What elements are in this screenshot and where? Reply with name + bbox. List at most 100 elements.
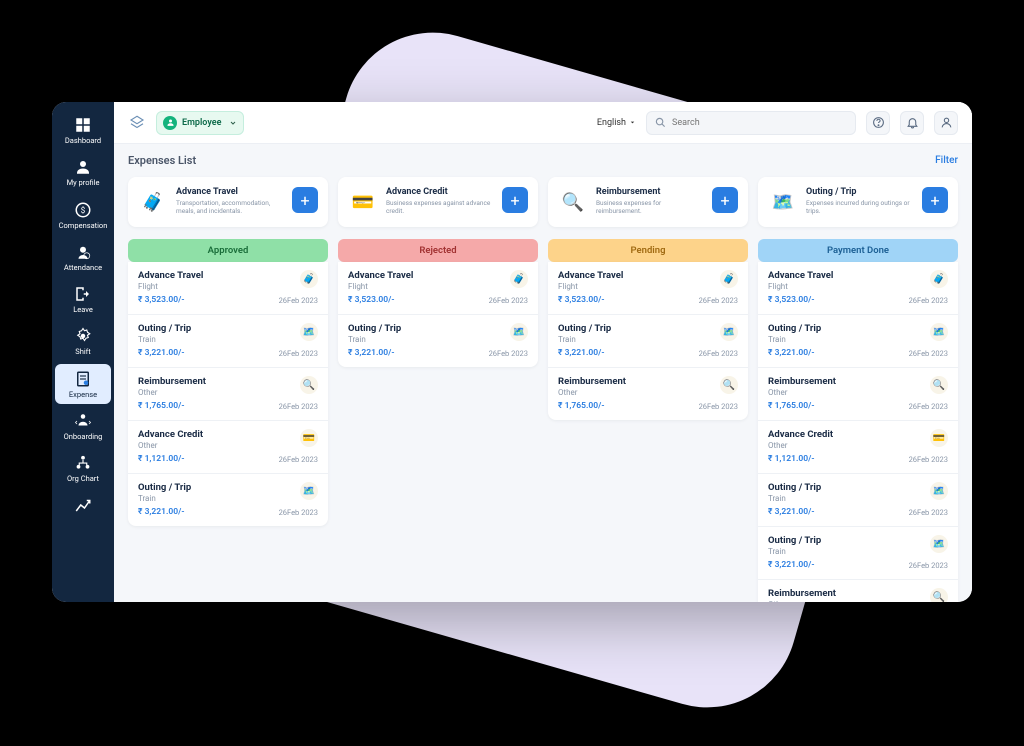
- expense-subtitle: Other: [768, 441, 948, 450]
- expense-date: 26Feb 2023: [279, 455, 318, 464]
- profile-button[interactable]: [934, 111, 958, 135]
- help-button[interactable]: [866, 111, 890, 135]
- column-header: Rejected: [338, 239, 538, 262]
- expense-card[interactable]: ReimbursementOther₹ 1,765.00/-26Feb 2023…: [128, 368, 328, 421]
- expense-card[interactable]: Advance CreditOther₹ 1,121.00/-26Feb 202…: [758, 421, 958, 474]
- expense-card[interactable]: Outing / TripTrain₹ 3,221.00/-26Feb 2023…: [338, 315, 538, 367]
- expense-type-icon: 🔍: [930, 376, 948, 394]
- expense-type-icon: 🔍: [720, 376, 738, 394]
- expense-date: 26Feb 2023: [279, 349, 318, 358]
- expense-title: Outing / Trip: [138, 482, 318, 493]
- sidebar-item-label: Compensation: [59, 222, 108, 230]
- sidebar-item-label: Org Chart: [67, 475, 99, 483]
- language-label: English: [597, 118, 626, 128]
- expense-amount: ₹ 3,221.00/-: [348, 348, 394, 358]
- expense-card[interactable]: Advance CreditOther₹ 1,121.00/-26Feb 202…: [128, 421, 328, 474]
- expense-subtitle: Other: [558, 388, 738, 397]
- expense-amount: ₹ 1,121.00/-: [768, 454, 814, 464]
- add-advance-credit-button[interactable]: +: [502, 187, 528, 213]
- expense-type-icon: 💳: [930, 429, 948, 447]
- category-row: 🧳 Advance Travel Transportation, accommo…: [128, 177, 958, 227]
- expense-card[interactable]: Outing / TripTrain₹ 3,221.00/-26Feb 2023…: [128, 315, 328, 368]
- expense-card[interactable]: Outing / TripTrain₹ 3,221.00/-26Feb 2023…: [758, 315, 958, 368]
- expense-type-icon: 🗺️: [510, 323, 528, 341]
- sidebar-item-onboarding[interactable]: Onboarding: [55, 406, 111, 446]
- role-label: Employee: [182, 118, 221, 128]
- expense-card[interactable]: ReimbursementOther₹ 1,765.00/-26Feb 2023…: [548, 368, 748, 420]
- expense-date: 26Feb 2023: [909, 508, 948, 517]
- sidebar-item-expense[interactable]: Expense: [55, 364, 111, 404]
- sidebar-item-label: Onboarding: [64, 433, 103, 441]
- expense-card[interactable]: ReimbursementOther🔍: [758, 580, 958, 602]
- expense-card[interactable]: Outing / TripTrain₹ 3,221.00/-26Feb 2023…: [758, 527, 958, 580]
- category-desc: Business expenses for reimbursement.: [596, 199, 704, 216]
- filter-link[interactable]: Filter: [935, 155, 958, 166]
- search-input[interactable]: [672, 118, 847, 128]
- category-card-advance-credit: 💳 Advance Credit Business expenses again…: [338, 177, 538, 227]
- language-selector[interactable]: English: [597, 118, 636, 128]
- sidebar: Dashboard My profile $ Compensation Atte…: [52, 102, 114, 602]
- page-header: Expenses List Filter: [128, 154, 958, 167]
- kanban-columns: ApprovedAdvance TravelFlight₹ 3,523.00/-…: [128, 239, 958, 602]
- gear-icon: [74, 327, 92, 345]
- search-box[interactable]: [646, 111, 856, 135]
- expense-amount: ₹ 3,221.00/-: [138, 348, 184, 358]
- expense-title: Outing / Trip: [348, 323, 528, 334]
- expense-title: Outing / Trip: [768, 323, 948, 334]
- add-outing-button[interactable]: +: [922, 187, 948, 213]
- sidebar-item-leave[interactable]: Leave: [55, 279, 111, 319]
- sidebar-item-dashboard[interactable]: Dashboard: [55, 110, 111, 150]
- money-icon: $: [74, 201, 92, 219]
- expense-card[interactable]: Advance TravelFlight₹ 3,523.00/-26Feb 20…: [128, 262, 328, 315]
- expense-title: Advance Travel: [348, 270, 528, 281]
- column-header: Pending: [548, 239, 748, 262]
- expense-subtitle: Train: [138, 494, 318, 503]
- expense-card[interactable]: ReimbursementOther₹ 1,765.00/-26Feb 2023…: [758, 368, 958, 421]
- expense-card[interactable]: Advance TravelFlight₹ 3,523.00/-26Feb 20…: [548, 262, 748, 315]
- expense-subtitle: Train: [138, 335, 318, 344]
- expense-date: 26Feb 2023: [699, 296, 738, 305]
- add-advance-travel-button[interactable]: +: [292, 187, 318, 213]
- expense-subtitle: Other: [138, 388, 318, 397]
- expense-date: 26Feb 2023: [489, 349, 528, 358]
- expense-date: 26Feb 2023: [909, 455, 948, 464]
- add-reimbursement-button[interactable]: +: [712, 187, 738, 213]
- expense-title: Reimbursement: [768, 376, 948, 387]
- sidebar-item-label: Attendance: [64, 264, 102, 272]
- expense-card[interactable]: Outing / TripTrain₹ 3,221.00/-26Feb 2023…: [758, 474, 958, 527]
- onboarding-icon: [74, 412, 92, 430]
- notifications-button[interactable]: [900, 111, 924, 135]
- category-desc: Transportation, accommodation, meals, an…: [176, 199, 284, 216]
- sidebar-item-more[interactable]: [55, 490, 111, 519]
- expense-amount: ₹ 1,765.00/-: [558, 401, 604, 411]
- expense-title: Advance Credit: [138, 429, 318, 440]
- column-body: Advance TravelFlight₹ 3,523.00/-26Feb 20…: [548, 262, 748, 420]
- expense-amount: ₹ 3,221.00/-: [768, 348, 814, 358]
- sidebar-item-label: Leave: [73, 306, 93, 314]
- expense-type-icon: 🗺️: [930, 323, 948, 341]
- expense-type-icon: 🗺️: [300, 482, 318, 500]
- sidebar-item-profile[interactable]: My profile: [55, 152, 111, 192]
- sidebar-item-attendance[interactable]: Attendance: [55, 237, 111, 277]
- expense-title: Reimbursement: [138, 376, 318, 387]
- sidebar-item-orgchart[interactable]: Org Chart: [55, 448, 111, 488]
- role-selector[interactable]: Employee: [156, 111, 244, 135]
- user-icon: [74, 158, 92, 176]
- expense-card[interactable]: Outing / TripTrain₹ 3,221.00/-26Feb 2023…: [548, 315, 748, 368]
- expense-subtitle: Train: [768, 494, 948, 503]
- main-area: Employee English Ex: [114, 102, 972, 602]
- receipt-icon: [74, 370, 92, 388]
- luggage-icon: 🧳: [138, 187, 168, 217]
- expense-type-icon: 🧳: [930, 270, 948, 288]
- expense-subtitle: Other: [138, 441, 318, 450]
- category-card-outing: 🗺️ Outing / Trip Expenses incurred durin…: [758, 177, 958, 227]
- sidebar-item-compensation[interactable]: $ Compensation: [55, 195, 111, 235]
- expense-card[interactable]: Advance TravelFlight₹ 3,523.00/-26Feb 20…: [338, 262, 538, 315]
- expense-card[interactable]: Outing / TripTrain₹ 3,221.00/-26Feb 2023…: [128, 474, 328, 526]
- category-title: Advance Travel: [176, 187, 284, 197]
- expense-card[interactable]: Advance TravelFlight₹ 3,523.00/-26Feb 20…: [758, 262, 958, 315]
- user-icon: [940, 116, 953, 129]
- map-icon: 🗺️: [768, 187, 798, 217]
- category-card-advance-travel: 🧳 Advance Travel Transportation, accommo…: [128, 177, 328, 227]
- sidebar-item-shift[interactable]: Shift: [55, 321, 111, 361]
